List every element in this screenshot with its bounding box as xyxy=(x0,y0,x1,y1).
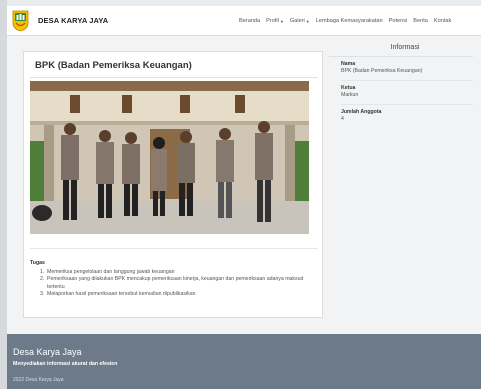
list-item-text: Melaporkan hasil pemeriksaan tersebut ke… xyxy=(47,291,196,298)
divider xyxy=(329,56,473,57)
brand-link[interactable]: DESA KARYA JAYA xyxy=(12,10,108,32)
tugas-heading: Tugas xyxy=(30,260,45,266)
village-emblem-icon xyxy=(12,10,29,32)
nav-item-berita[interactable]: Berita xyxy=(413,18,428,24)
detail-card: BPK (Badan Pemeriksa Keuangan) Tugas 1. … xyxy=(23,51,323,318)
divider xyxy=(341,104,473,105)
list-item: 1. Memeriksa pengelolaan dan tanggung jaw… xyxy=(40,269,310,276)
footer: Desa Karya Jaya Menyediakan informasi ak… xyxy=(7,334,481,389)
nav-item-label: Profil xyxy=(266,18,279,24)
list-item-text: Pemeriksaan yang dilakukan BPK mencakup … xyxy=(47,276,304,290)
group-photo xyxy=(30,81,309,234)
navbar: DESA KARYA JAYA Beranda Profil ▼ Galeri ▼ … xyxy=(7,6,481,36)
nav-menu: Beranda Profil ▼ Galeri ▼ Lembaga Kemasyar… xyxy=(239,6,457,36)
caret-down-icon: ▼ xyxy=(279,18,284,24)
info-value-ketua: Markun xyxy=(341,91,359,98)
nav-item-label: Kontak xyxy=(433,18,452,24)
list-item-text: Memeriksa pengelolaan dan tanggung jawab… xyxy=(47,269,175,275)
nav-item-label: Potensi xyxy=(388,18,408,24)
nav-item-potensi[interactable]: Potensi xyxy=(389,18,408,24)
footer-title: Desa Karya Jaya xyxy=(13,347,82,357)
footer-tagline: Menyediakan informasi akurat dan efesien xyxy=(13,361,118,367)
info-panel: Informasi Nama BPK (Badan Pemeriksa Keua… xyxy=(329,44,481,128)
page-title: BPK (Badan Pemeriksa Keuangan) xyxy=(35,60,192,71)
page-left-edge xyxy=(0,0,7,389)
caret-down-icon: ▼ xyxy=(305,18,310,24)
info-value-nama: BPK (Badan Pemeriksa Keuangan) xyxy=(341,67,423,74)
brand-name: DESA KARYA JAYA xyxy=(38,16,109,25)
list-item-number: 3. xyxy=(40,291,45,298)
main-content: BPK (Badan Pemeriksa Keuangan) Tugas 1. … xyxy=(7,36,481,334)
nav-item-beranda[interactable]: Beranda xyxy=(239,18,260,24)
nav-item-profil[interactable]: Profil ▼ xyxy=(266,18,284,24)
nav-item-label: Lembaga Kemasyarakatan xyxy=(315,18,383,24)
list-item: 3. Melaporkan hasil pemeriksaan tersebut … xyxy=(40,291,310,298)
footer-copyright: 2022 Desa Karya Jaya xyxy=(13,377,64,383)
divider xyxy=(341,80,473,81)
divider xyxy=(30,77,318,78)
nav-item-label: Berita xyxy=(413,18,428,24)
nav-item-label: Galeri xyxy=(289,18,305,24)
info-value-jumlah-anggota: 4 xyxy=(341,115,344,122)
list-item-number: 2. xyxy=(40,276,45,283)
list-item-number: 1. xyxy=(40,269,45,275)
info-title: Informasi xyxy=(390,44,420,51)
nav-item-label: Beranda xyxy=(239,18,261,24)
nav-item-galeri[interactable]: Galeri ▼ xyxy=(290,18,310,24)
nav-item-lembaga[interactable]: Lembaga Kemasyarakatan xyxy=(316,18,383,24)
divider xyxy=(30,248,318,249)
tugas-list: 1. Memeriksa pengelolaan dan tanggung jaw… xyxy=(40,269,310,299)
nav-item-kontak[interactable]: Kontak xyxy=(434,18,451,24)
list-item: 2. Pemeriksaan yang dilakukan BPK mencaku… xyxy=(40,276,310,291)
